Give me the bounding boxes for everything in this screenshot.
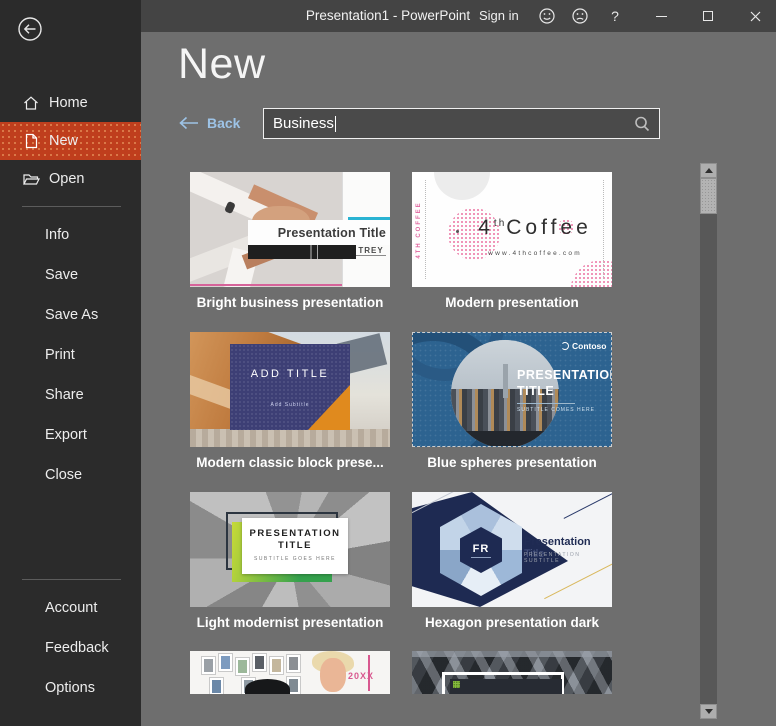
sidebar-item-label: Save As [45,307,98,323]
home-icon [22,94,40,112]
template-search-input[interactable]: Business [263,108,660,139]
sidebar-item-label: Share [45,387,84,403]
template-thumbnail [412,651,612,694]
template-tile-hexagon-dark[interactable]: FR Presentation Title PRESENTATION SUBTI… [412,492,612,630]
sidebar-item-export[interactable]: Export [0,415,141,455]
template-label: Modern classic block prese... [190,455,390,470]
template-label: Hexagon presentation dark [412,615,612,630]
sidebar-item-save-as[interactable]: Save As [0,295,141,335]
new-page-content: New Back Business Presentation Title TRE… [141,32,776,726]
thumb-title: PRESENTATIONTITLE [242,528,348,552]
template-tile-modern-classic-block[interactable]: ADD TITLE Add Subtitle Modern classic bl… [190,332,390,470]
frowny-feedback-icon[interactable] [571,7,589,25]
help-icon[interactable]: ? [608,0,622,32]
template-label: Modern presentation [412,295,612,310]
sidebar-item-share[interactable]: Share [0,375,141,415]
thumb-title: ADD TITLE [230,368,350,380]
template-tile-blue-spheres[interactable]: PRESENTATIONTITLE SUBTITLE COMES HERE Co… [412,332,612,470]
page-title: New [178,40,266,89]
template-label: Light modernist presentation [190,615,390,630]
sidebar-item-save[interactable]: Save [0,255,141,295]
scrollbar-thumb[interactable] [700,178,717,214]
sidebar-item-label: Close [45,467,82,483]
template-label: Blue spheres presentation [412,455,612,470]
sidebar-item-home[interactable]: Home [0,84,141,122]
thumb-subtitle: SUBTITLE COMES HERE [517,407,595,413]
template-thumbnail: ADD TITLE Add Subtitle [190,332,390,447]
sidebar-item-new[interactable]: New [0,122,141,160]
template-label: Bright business presentation [190,295,390,310]
search-value: Business [273,115,334,132]
back-to-templates-link[interactable]: Back [179,108,240,138]
thumb-brand: 4thCoffee [464,216,606,240]
back-label: Back [207,115,240,131]
thumb-year-text: 20XX [348,671,374,681]
scroll-down-button[interactable] [700,704,717,719]
scroll-up-button[interactable] [700,163,717,178]
template-thumbnail: 4TH COFFEE 4thCoffee www.4thcoffee.com [412,172,612,287]
smiley-feedback-icon[interactable] [538,7,556,25]
sidebar-item-label: Export [45,427,87,443]
sidebar-item-open[interactable]: Open [0,160,141,198]
close-window-button[interactable] [738,0,772,32]
sidebar-divider [22,579,121,580]
template-tile-modern[interactable]: 4TH COFFEE 4thCoffee www.4thcoffee.com M… [412,172,612,310]
template-thumbnail: Presentation Title TREY [190,172,390,287]
sidebar-item-print[interactable]: Print [0,335,141,375]
thumb-subtitle: SUBTITLE GOES HERE [242,556,348,562]
template-thumbnail: 20XX [190,651,390,694]
sidebar-item-label: Print [45,347,75,363]
maximize-button[interactable] [691,0,725,32]
template-thumbnail: PRESENTATIONTITLE SUBTITLE COMES HERE Co… [412,332,612,447]
thumb-title: PRESENTATIONTITLE [517,367,612,399]
template-tile-partial-steel[interactable] [412,651,612,694]
template-tile-bright-business[interactable]: Presentation Title TREY Bright business … [190,172,390,310]
thumb-title: Presentation Title [278,226,390,240]
sidebar-item-label: Feedback [45,640,109,656]
minimize-button[interactable] [644,0,678,32]
thumb-logo: TREY [356,246,386,256]
powerpoint-backstage-window: Presentation1 - PowerPoint Sign in ? Hom… [0,0,776,726]
vertical-scrollbar[interactable] [700,163,717,719]
window-title: Presentation1 - PowerPoint [306,0,470,32]
sidebar-item-info[interactable]: Info [0,215,141,255]
template-thumbnail: PRESENTATIONTITLE SUBTITLE GOES HERE [190,492,390,607]
sidebar-item-label: Account [45,600,97,616]
sidebar-divider [22,206,121,207]
sidebar-item-label: Home [49,95,88,111]
sidebar-item-account[interactable]: Account [0,588,141,628]
backstage-sidebar: Home New Open Info Save Save As Print Sh… [0,0,141,726]
new-file-icon [22,132,40,150]
thumb-side-text: 4TH COFFEE [416,200,422,260]
open-folder-icon [22,170,40,188]
template-thumbnail: FR Presentation Title PRESENTATION SUBTI… [412,492,612,607]
sidebar-item-feedback[interactable]: Feedback [0,628,141,668]
sign-in-link[interactable]: Sign in [479,0,519,32]
template-tile-light-modernist[interactable]: PRESENTATIONTITLE SUBTITLE GOES HERE Lig… [190,492,390,630]
sidebar-item-label: New [49,133,78,149]
sidebar-item-label: Save [45,267,78,283]
contoso-logo: Contoso [561,341,606,351]
sidebar-item-options[interactable]: Options [0,668,141,708]
search-icon[interactable] [633,115,651,138]
sidebar-item-close[interactable]: Close [0,455,141,495]
template-tile-partial-photo-wall[interactable]: 20XX [190,651,390,694]
sidebar-item-label: Open [49,171,84,187]
back-arrow-icon [179,116,199,130]
sidebar-item-label: Options [45,680,95,696]
text-caret [335,116,336,132]
thumb-subtitle: PRESENTATION SUBTITLE [524,552,612,564]
thumb-url: www.4thcoffee.com [464,250,606,257]
sidebar-item-label: Info [45,227,69,243]
back-circle-button[interactable] [17,16,43,42]
